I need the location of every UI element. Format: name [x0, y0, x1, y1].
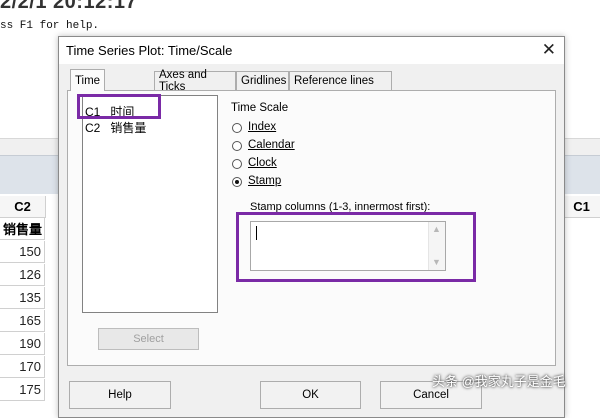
input-scrollbar[interactable]: ▲ ▼: [428, 222, 445, 270]
worksheet-cell[interactable]: 165: [0, 310, 45, 332]
stamp-columns-label: Stamp columns (1-3, innermost first):: [250, 201, 431, 213]
worksheet-cell[interactable]: 126: [0, 264, 45, 286]
tab-reference-lines[interactable]: Reference lines: [289, 71, 392, 90]
radio-index[interactable]: [232, 123, 242, 133]
column-header-c2[interactable]: C2: [0, 196, 46, 218]
list-item-c1[interactable]: C1 时间: [85, 103, 134, 120]
time-scale-label: Time Scale: [231, 102, 289, 114]
worksheet-cell[interactable]: 170: [0, 356, 45, 378]
time-scale-dialog: Time Series Plot: Time/Scale ✕ Axes and …: [58, 36, 565, 418]
list-item-c2[interactable]: C2 销售量: [85, 119, 146, 136]
radio-clock-label[interactable]: Clock: [248, 157, 277, 169]
dialog-titlebar[interactable]: Time Series Plot: Time/Scale ✕: [59, 37, 564, 64]
session-timestamp: 2/2/1 20:12:17: [0, 0, 138, 13]
watermark: 头条 @我家丸子是金毛: [432, 374, 566, 389]
tab-time[interactable]: Time: [70, 69, 105, 91]
worksheet-cell[interactable]: 175: [0, 379, 45, 401]
radio-index-label[interactable]: Index: [248, 121, 276, 133]
worksheet-cell[interactable]: 150: [0, 241, 45, 263]
variable-id: C1: [85, 105, 101, 119]
stamp-columns-input[interactable]: ▲ ▼: [250, 221, 446, 271]
radio-stamp[interactable]: [232, 177, 242, 187]
select-button[interactable]: Select: [98, 328, 199, 350]
help-button[interactable]: Help: [69, 381, 171, 409]
variable-name: 时间: [110, 105, 135, 119]
radio-calendar[interactable]: [232, 141, 242, 151]
dialog-title: Time Series Plot: Time/Scale: [66, 43, 233, 58]
ok-button[interactable]: OK: [260, 381, 361, 409]
session-help-text: ss F1 for help.: [0, 20, 100, 32]
scroll-up-icon[interactable]: ▲: [432, 224, 441, 234]
variable-list[interactable]: C1 时间 C2 销售量: [82, 95, 218, 313]
radio-calendar-label[interactable]: Calendar: [248, 139, 295, 151]
close-icon[interactable]: ✕: [542, 40, 556, 60]
tab-axes-and-ticks[interactable]: Axes and Ticks: [154, 69, 236, 93]
tab-gridlines[interactable]: Gridlines: [236, 71, 289, 90]
column-header-c1[interactable]: C1: [563, 196, 600, 218]
column-name-c2[interactable]: 销售量: [0, 218, 45, 240]
worksheet-cell[interactable]: 190: [0, 333, 45, 355]
variable-name: 销售量: [110, 121, 147, 135]
radio-clock[interactable]: [232, 159, 242, 169]
scroll-down-icon[interactable]: ▼: [432, 257, 441, 267]
text-caret: [256, 226, 257, 240]
radio-stamp-label[interactable]: Stamp: [248, 175, 281, 187]
radio-selected-dot: [235, 180, 239, 184]
worksheet-cell[interactable]: 135: [0, 287, 45, 309]
variable-id: C2: [85, 121, 101, 135]
